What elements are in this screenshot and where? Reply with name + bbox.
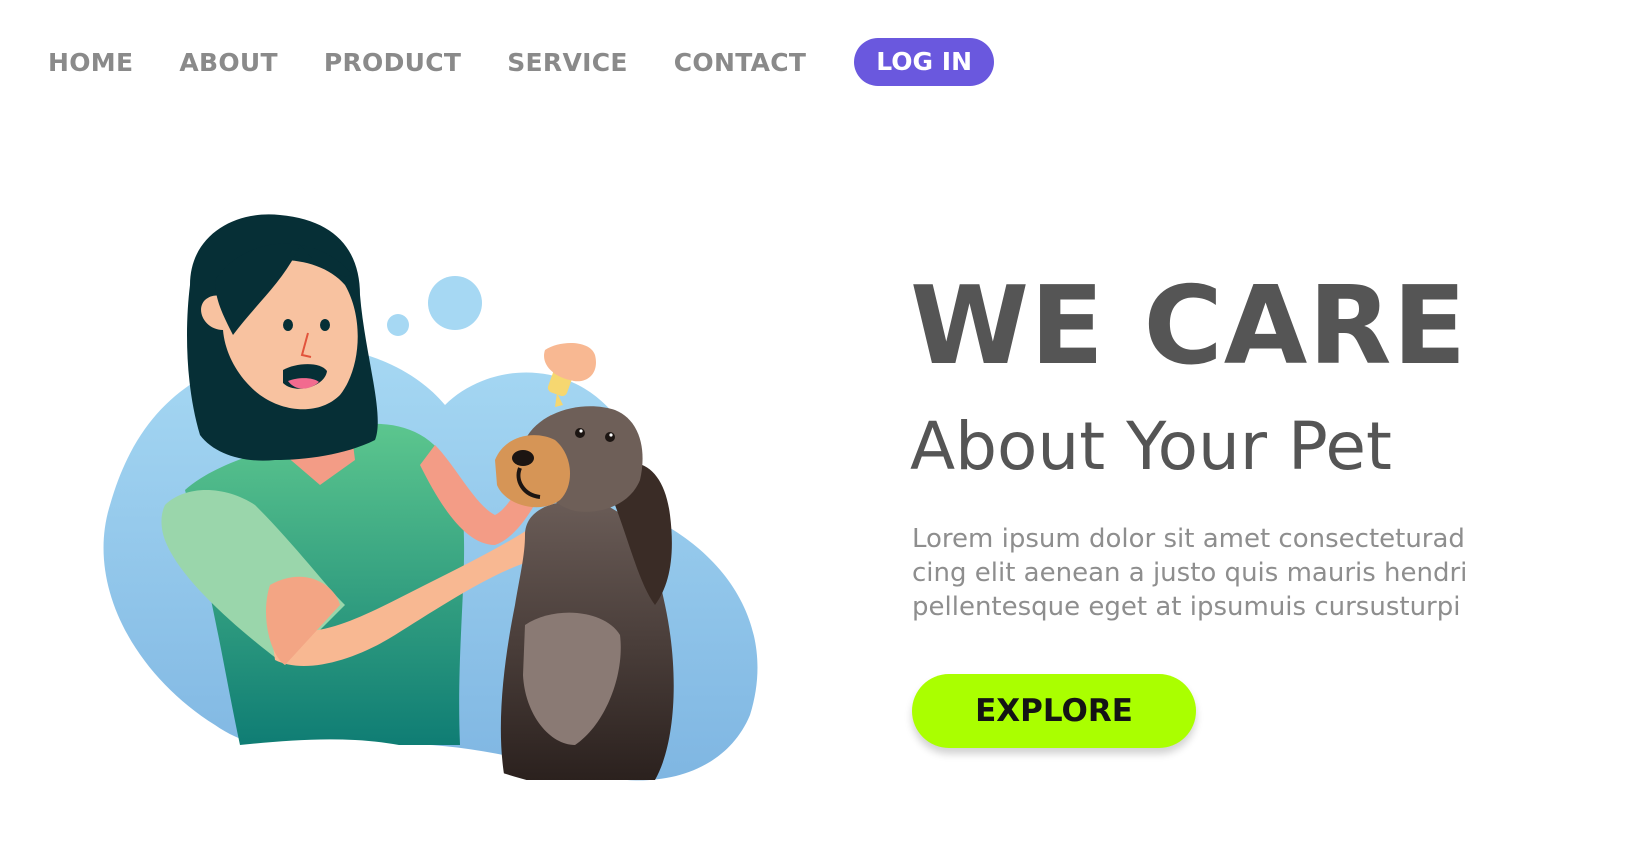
hero-description-line: Lorem ipsum dolor sit amet consecteturad (912, 524, 1465, 554)
woman-eye-right (320, 319, 330, 331)
dog-eye-left (575, 428, 585, 438)
nav-contact[interactable]: CONTACT (674, 48, 806, 77)
bubble-small (387, 314, 409, 336)
nav-home[interactable]: HOME (48, 48, 133, 77)
hero-description-line: pellentesque eget at ipsumuis cursusturp… (912, 592, 1461, 622)
hero-title: WE CARE (910, 264, 1468, 389)
main-nav: HOME ABOUT PRODUCT SERVICE CONTACT LOG I… (48, 38, 994, 86)
hero-subtitle: About Your Pet (910, 408, 1392, 485)
login-button[interactable]: LOG IN (854, 38, 994, 86)
nav-product[interactable]: PRODUCT (324, 48, 461, 77)
vet-with-dog-illustration (95, 214, 775, 805)
hero-description-line: cing elit aenean a justo quis mauris hen… (912, 558, 1468, 588)
bubble-large (428, 276, 482, 330)
nav-service[interactable]: SERVICE (507, 48, 628, 77)
dog-eye-right (605, 432, 615, 442)
hero-description: Lorem ipsum dolor sit amet consecteturad… (912, 522, 1552, 624)
explore-button[interactable]: EXPLORE (912, 674, 1196, 748)
woman-eye-left (283, 319, 293, 331)
dog-nose (512, 450, 534, 466)
nav-about[interactable]: ABOUT (179, 48, 278, 77)
